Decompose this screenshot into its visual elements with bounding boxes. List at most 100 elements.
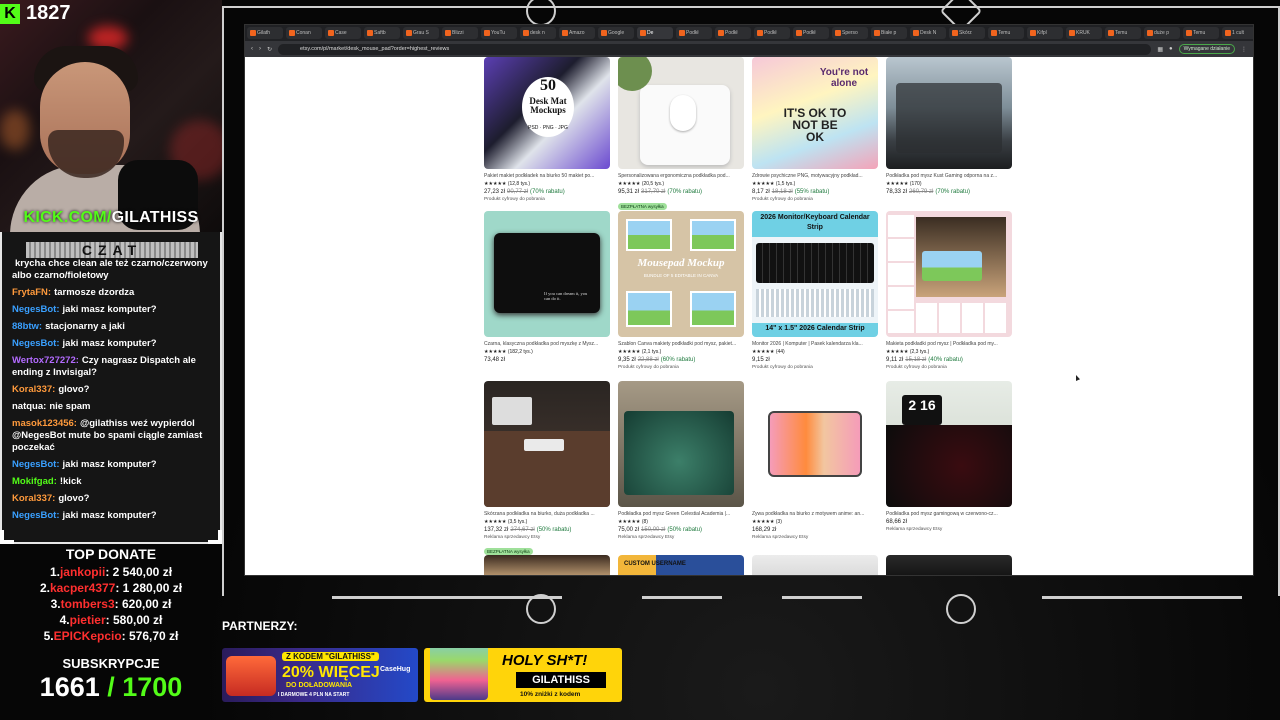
product-card[interactable]: Mousepad Mockup BUNDLE OF 5 EDITABLE IN C… (618, 211, 744, 370)
product-card[interactable]: 2 16 Podkładka pod mysz gamingową w czerw… (886, 381, 1012, 532)
holyshit-banner[interactable]: HOLY SH*T! GILATHISS 10% zniżki z kodem (424, 648, 622, 702)
product-title[interactable]: Spersonalizowana ergonomiczna podkładka … (618, 173, 744, 179)
product-card[interactable]: Podkładka pod mysz Kust Gaming odporna n… (886, 57, 1012, 195)
product-thumbnail[interactable] (618, 57, 744, 169)
product-thumbnail[interactable]: 50 Desk Mat Mockups PSD · PNG · JPG (484, 57, 610, 169)
product-thumbnail[interactable]: 2 16 (886, 381, 1012, 507)
browser-tab[interactable]: Podkł (754, 27, 790, 39)
product-thumbnail[interactable] (752, 555, 878, 575)
product-thumbnail[interactable]: CUSTOM USERNAME (618, 555, 744, 575)
browser-tab[interactable]: Sperso (832, 27, 868, 39)
browser-tab[interactable]: Amazo (559, 27, 595, 39)
frame-edge (1042, 596, 1242, 599)
browser-tab[interactable]: Google (598, 27, 634, 39)
price-discount: (70% rabatu) (530, 189, 565, 195)
product-card[interactable]: Spersonalizowana ergonomiczna podkładka … (618, 57, 744, 213)
product-title[interactable]: Żywa podkładka na biurko z motywem anime… (752, 511, 878, 517)
chat-username[interactable]: Mokifgad: (12, 476, 57, 487)
product-thumbnail[interactable] (484, 381, 610, 507)
product-title[interactable]: Szablon Canva makiety podkładki pod mysz… (618, 341, 744, 347)
chat-username[interactable]: NegesBot: (12, 338, 60, 349)
product-card[interactable]: Żywa podkładka na biurko z motywem anime… (752, 381, 878, 540)
browser-tab[interactable]: Case (325, 27, 361, 39)
product-card[interactable]: 50 Desk Mat Mockups PSD · PNG · JPG Pakiet … (484, 57, 610, 202)
product-thumbnail[interactable] (886, 555, 1012, 575)
browser-tab[interactable]: KRUK (1066, 27, 1102, 39)
browser-tab[interactable]: Podkł (676, 27, 712, 39)
browser-tab[interactable]: Temu (988, 27, 1024, 39)
product-title[interactable]: Zdrowie psychiczne PNG, motywacyjny podk… (752, 173, 878, 179)
profile-icon[interactable]: ● (1169, 46, 1173, 52)
product-title[interactable]: Monitor 2026 | Komputer | Pasek kalendar… (752, 341, 878, 347)
price-discount: (70% rabatu) (935, 189, 971, 195)
product-title[interactable]: Pakiet makiet podkładek na biurko 50 mak… (484, 173, 610, 179)
browser-tab[interactable]: Temu (1105, 27, 1141, 39)
product-thumbnail[interactable] (484, 555, 610, 575)
browser-tab[interactable]: duże p (1144, 27, 1180, 39)
product-thumbnail[interactable] (886, 57, 1012, 169)
casehug-banner[interactable]: Z KODEM "GILATHISS" 20% WIĘCEJ DO DOŁADO… (222, 648, 418, 702)
product-title[interactable]: Skórzana podkładka na biurko, duża podkł… (484, 511, 610, 517)
product-thumbnail[interactable]: You're not alone IT'S OK TO NOT BE OK (752, 57, 878, 169)
chat-message: masok123456: @gilathiss weź wypierdol @Ne… (12, 418, 218, 454)
product-card[interactable]: If you can dream it, you can do it. Czarn… (484, 211, 610, 363)
browser-tab[interactable]: Grau S (403, 27, 439, 39)
review-count: (20,5 tys.) (641, 181, 665, 187)
product-thumbnail[interactable] (752, 381, 878, 507)
browser-tab[interactable]: Temu (1183, 27, 1219, 39)
browser-tab[interactable]: De (637, 27, 673, 39)
browser-tab[interactable]: Blizzi (442, 27, 478, 39)
chat-text: glovo? (58, 384, 90, 395)
product-title[interactable]: Makieta podkładki pod mysz | Podkładka p… (886, 341, 1012, 347)
chat-username[interactable]: Koral337: (12, 493, 55, 504)
browser-tab[interactable]: 1 cult (1222, 27, 1253, 39)
browser-tab[interactable]: Podkł (715, 27, 751, 39)
subs-current: 1661 (39, 672, 100, 702)
product-card[interactable]: Podkładka pod mysz Green Celestial Acade… (618, 381, 744, 540)
reload-icon[interactable]: ↻ (267, 46, 272, 53)
address-bar[interactable]: etsy.com/pl/market/desk_mouse_pad?order=… (278, 43, 1152, 55)
browser-tab[interactable]: Saftb (364, 27, 400, 39)
product-thumbnail[interactable]: Mousepad Mockup BUNDLE OF 5 EDITABLE IN C… (618, 211, 744, 337)
browser-tab[interactable]: Białe p (871, 27, 907, 39)
product-card[interactable]: Makieta podkładki pod mysz | Podkładka p… (886, 211, 1012, 370)
product-title[interactable]: Podkładka pod mysz Green Celestial Acade… (618, 511, 744, 517)
product-card[interactable]: 2026 Monitor/Keyboard Calendar Strip 14" … (752, 211, 878, 370)
browser-tab[interactable]: Desk N (910, 27, 946, 39)
product-title[interactable]: Podkładka pod mysz Kust Gaming odporna n… (886, 173, 1012, 179)
donate-name: EPICKepcio (53, 629, 122, 643)
update-button[interactable]: Wymagane działanie (1178, 44, 1235, 54)
browser-tab[interactable]: Kifpl (1027, 27, 1063, 39)
product-thumbnail[interactable]: 2026 Monitor/Keyboard Calendar Strip 14" … (752, 211, 878, 337)
product-thumbnail[interactable]: If you can dream it, you can do it. (484, 211, 610, 337)
browser-tab[interactable]: Conan (286, 27, 322, 39)
chat-username[interactable]: masok123456: (12, 418, 77, 429)
product-price: 68,66 zł (886, 519, 1012, 525)
browser-tab[interactable]: Gilath (247, 27, 283, 39)
product-card[interactable]: Skórzana podkładka na biurko, duża podkł… (484, 381, 610, 558)
browser-tab[interactable]: desk n (520, 27, 556, 39)
browser-tab[interactable]: YouTu (481, 27, 517, 39)
product-price: 73,48 zł (484, 357, 610, 363)
back-icon[interactable]: ‹ (251, 46, 253, 52)
product-title[interactable]: Czarna, klasyczna podkładka pod myszkę z… (484, 341, 610, 347)
chat-username[interactable]: NegesBot: (12, 304, 60, 315)
forward-icon[interactable]: › (259, 46, 261, 52)
chat-username[interactable]: Wertox727272: (12, 355, 79, 366)
rating-stars: ★★★★★ (618, 349, 641, 355)
product-card[interactable]: You're not alone IT'S OK TO NOT BE OK Zdro… (752, 57, 878, 202)
product-title[interactable]: Podkładka pod mysz gamingową w czerwono-… (886, 511, 1012, 517)
chat-username[interactable]: NegesBot: (12, 510, 60, 521)
extensions-icon[interactable]: ▦ (1157, 46, 1163, 53)
chat-username[interactable]: NegesBot: (12, 459, 60, 470)
chat-username[interactable]: FrytaFN: (12, 287, 51, 298)
product-thumbnail[interactable] (886, 211, 1012, 337)
chat-username[interactable]: 88btw: (12, 321, 42, 332)
donate-entry: 4.pietier: 580,00 zł (0, 612, 222, 628)
product-thumbnail[interactable] (618, 381, 744, 507)
chat-username[interactable]: natqua: (12, 401, 46, 412)
browser-tab[interactable]: Skórz (949, 27, 985, 39)
menu-icon[interactable]: ⋮ (1241, 46, 1247, 53)
chat-username[interactable]: Koral337: (12, 384, 55, 395)
browser-tab[interactable]: Podkł (793, 27, 829, 39)
